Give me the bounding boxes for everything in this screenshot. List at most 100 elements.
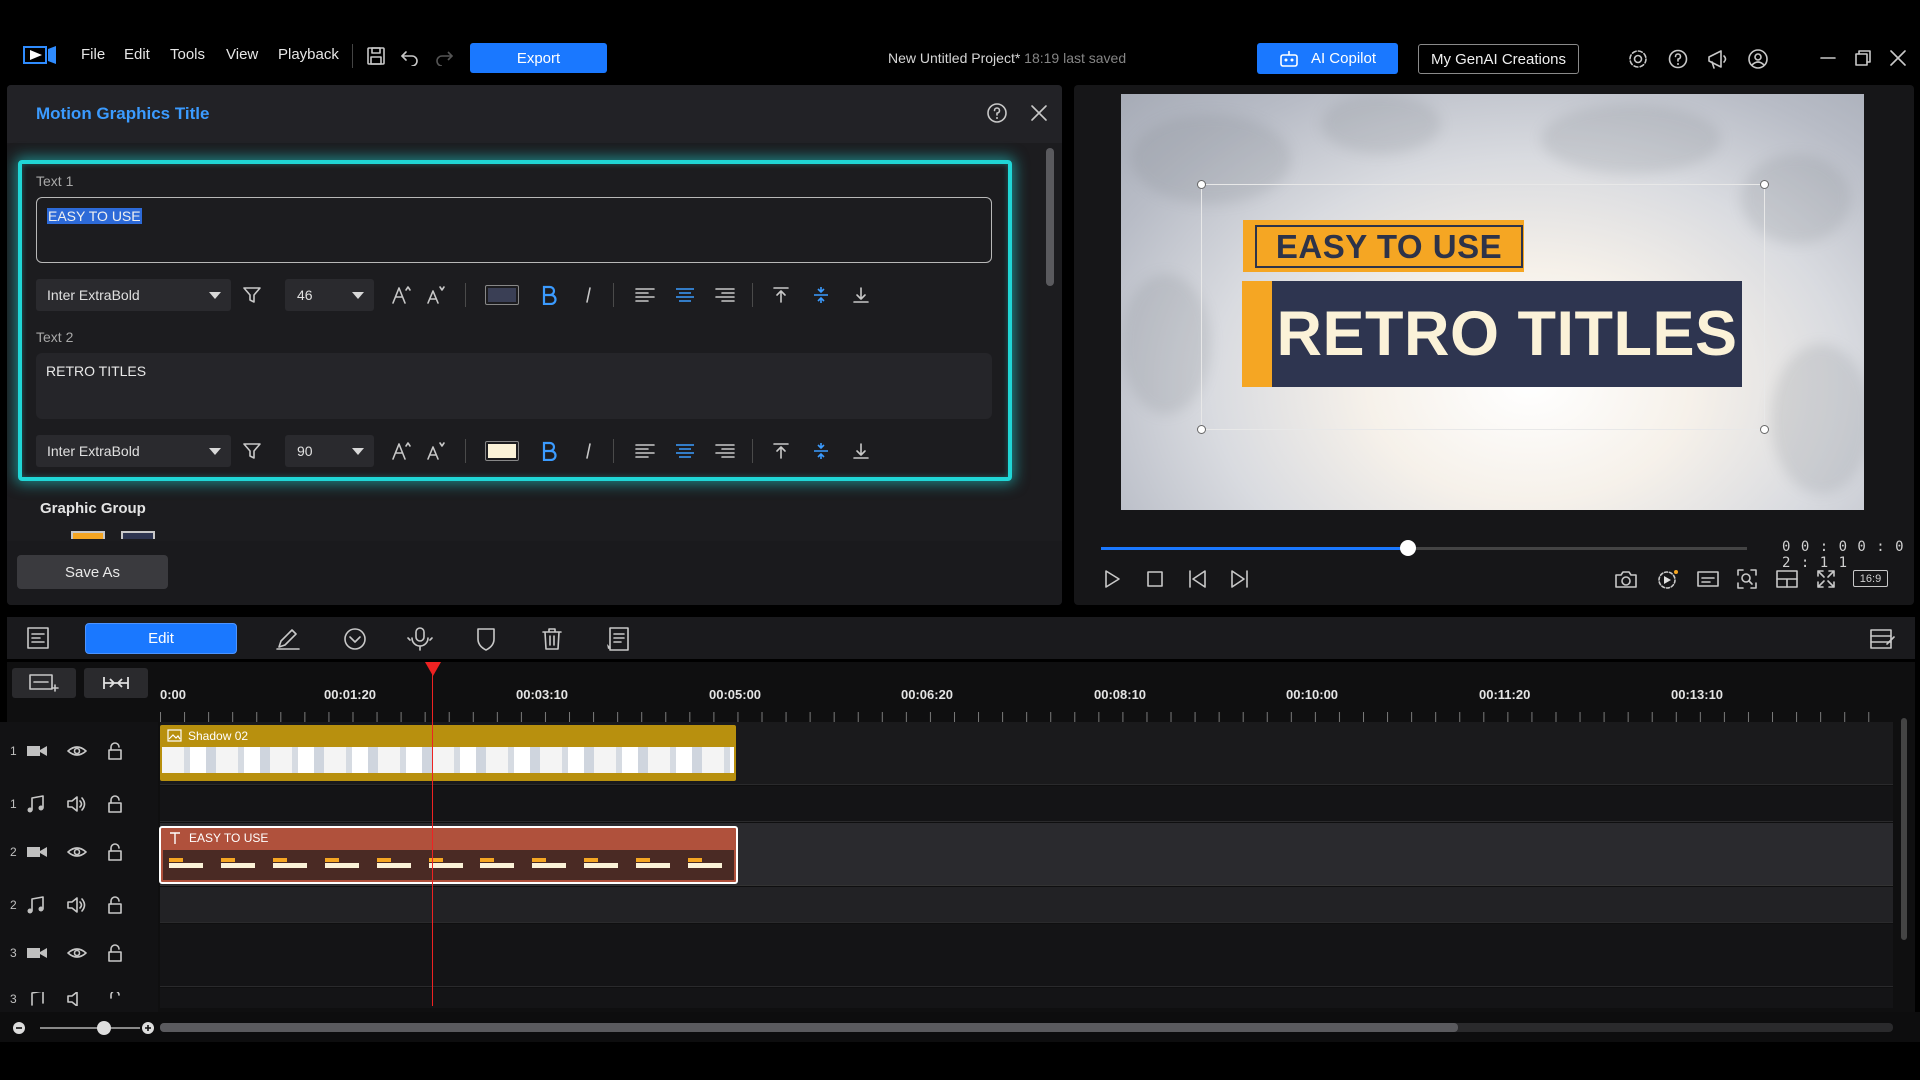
zoom-out-icon[interactable] xyxy=(12,1021,26,1035)
increase-font-icon[interactable] xyxy=(387,437,415,465)
resize-handle[interactable] xyxy=(1197,180,1206,189)
next-frame-icon[interactable] xyxy=(1228,568,1250,590)
timeline-view-icon[interactable] xyxy=(26,626,50,650)
delete-trash-icon[interactable] xyxy=(540,626,564,652)
align-left-icon[interactable] xyxy=(631,437,659,465)
audio-volume-icon[interactable] xyxy=(66,896,106,914)
text-edit-icon[interactable] xyxy=(605,626,631,652)
save-as-button[interactable]: Save As xyxy=(17,555,168,589)
panel-help-icon[interactable] xyxy=(986,102,1008,124)
stop-icon[interactable] xyxy=(1145,569,1165,589)
panel-close-icon[interactable] xyxy=(1029,103,1049,123)
align-middle-icon[interactable] xyxy=(807,437,835,465)
restore-window-icon[interactable] xyxy=(1854,49,1872,67)
graphic-swatch-navy[interactable] xyxy=(121,531,155,539)
notification-megaphone-icon[interactable] xyxy=(1706,48,1730,70)
clip-shadow-02[interactable]: Shadow 02 xyxy=(160,725,736,781)
align-center-icon[interactable] xyxy=(671,281,699,309)
zoom-slider-track[interactable] xyxy=(40,1027,140,1029)
decrease-font-icon[interactable] xyxy=(421,281,449,309)
menu-tools[interactable]: Tools xyxy=(170,46,205,63)
visibility-eye-icon[interactable] xyxy=(66,945,106,961)
italic-icon[interactable] xyxy=(575,437,603,465)
previous-frame-icon[interactable] xyxy=(1187,568,1209,590)
italic-icon[interactable] xyxy=(575,281,603,309)
ai-copilot-button[interactable]: AI Copilot xyxy=(1257,43,1398,74)
minimize-icon[interactable] xyxy=(1819,49,1837,67)
zoom-slider-knob[interactable] xyxy=(97,1021,111,1035)
track-lock-icon[interactable] xyxy=(106,742,124,760)
pen-tool-icon[interactable] xyxy=(275,627,301,651)
track-row-audio-2[interactable] xyxy=(160,887,1893,923)
settings-gear-icon[interactable] xyxy=(1627,48,1649,70)
timeline-vertical-scrollbar[interactable] xyxy=(1901,718,1907,940)
track-row-video-3[interactable] xyxy=(160,924,1893,987)
text1-font-select[interactable]: Inter ExtraBold xyxy=(36,279,231,311)
play-icon[interactable] xyxy=(1102,568,1122,590)
text1-color-swatch[interactable] xyxy=(485,285,519,305)
timeline-settings-icon[interactable] xyxy=(1868,626,1896,652)
add-track-button[interactable] xyxy=(12,668,76,698)
marker-shield-icon[interactable] xyxy=(474,626,498,652)
visibility-eye-icon[interactable] xyxy=(66,743,106,759)
visibility-eye-icon[interactable] xyxy=(66,844,106,860)
track-row-audio-1[interactable] xyxy=(160,786,1893,822)
align-bottom-icon[interactable] xyxy=(847,281,875,309)
align-center-icon[interactable] xyxy=(671,437,699,465)
text1-input[interactable]: EASY TO USE xyxy=(36,197,992,263)
timeline-horizontal-scroll-thumb[interactable] xyxy=(160,1023,1458,1032)
align-top-icon[interactable] xyxy=(767,437,795,465)
menu-file[interactable]: File xyxy=(81,46,105,63)
audio-volume-icon[interactable] xyxy=(66,795,106,813)
fullscreen-icon[interactable] xyxy=(1815,568,1837,590)
font-filter-icon[interactable] xyxy=(238,281,266,309)
resize-handle[interactable] xyxy=(1760,425,1769,434)
effects-dropdown-icon[interactable] xyxy=(342,626,368,652)
my-genai-creations-button[interactable]: My GenAI Creations xyxy=(1418,44,1579,74)
track-lock-icon[interactable] xyxy=(106,944,124,962)
graphic-swatch-orange[interactable] xyxy=(71,531,105,539)
save-icon[interactable] xyxy=(366,46,386,66)
text2-font-select[interactable]: Inter ExtraBold xyxy=(36,435,231,467)
text1-size-select[interactable]: 46 xyxy=(285,279,374,311)
align-left-icon[interactable] xyxy=(631,281,659,309)
track-lock-icon[interactable] xyxy=(106,843,124,861)
increase-font-icon[interactable] xyxy=(387,281,415,309)
text2-color-swatch[interactable] xyxy=(485,441,519,461)
menu-edit[interactable]: Edit xyxy=(124,46,150,63)
close-window-icon[interactable] xyxy=(1889,49,1907,67)
decrease-font-icon[interactable] xyxy=(421,437,449,465)
track-lock-icon[interactable] xyxy=(106,992,124,1006)
aspect-ratio-button[interactable]: 16:9 xyxy=(1853,570,1888,587)
zoom-in-icon[interactable] xyxy=(141,1021,155,1035)
align-bottom-icon[interactable] xyxy=(847,437,875,465)
panel-scrollbar[interactable] xyxy=(1046,148,1054,286)
voice-record-icon[interactable] xyxy=(406,626,434,652)
align-right-icon[interactable] xyxy=(711,437,739,465)
bold-icon[interactable] xyxy=(535,437,563,465)
safe-area-grid-icon[interactable] xyxy=(1775,569,1799,589)
audio-volume-icon[interactable] xyxy=(66,992,106,1006)
align-right-icon[interactable] xyxy=(711,281,739,309)
align-top-icon[interactable] xyxy=(767,281,795,309)
resize-handle[interactable] xyxy=(1197,425,1206,434)
menu-playback[interactable]: Playback xyxy=(278,46,339,63)
help-icon[interactable] xyxy=(1667,48,1689,70)
export-button[interactable]: Export xyxy=(470,43,607,73)
text2-size-select[interactable]: 90 xyxy=(285,435,374,467)
playhead-marker[interactable] xyxy=(425,662,441,676)
timeline-ruler[interactable]: 0:00 00:01:20 00:03:10 00:05:00 00:06:20… xyxy=(160,680,1900,722)
redo-icon[interactable] xyxy=(434,46,454,66)
track-lock-icon[interactable] xyxy=(106,795,124,813)
bold-icon[interactable] xyxy=(535,281,563,309)
snapshot-camera-icon[interactable] xyxy=(1614,569,1638,589)
text2-input[interactable]: RETRO TITLES xyxy=(36,353,992,419)
clip-easy-to-use-title[interactable]: EASY TO USE xyxy=(159,826,738,884)
zoom-preview-icon[interactable] xyxy=(1736,568,1758,590)
account-user-icon[interactable] xyxy=(1747,48,1769,70)
playback-quality-icon[interactable] xyxy=(1656,568,1680,590)
playback-scrubber[interactable] xyxy=(1400,540,1416,556)
subtitle-icon[interactable] xyxy=(1696,569,1720,589)
fit-timeline-button[interactable] xyxy=(84,668,148,698)
undo-icon[interactable] xyxy=(400,46,420,66)
